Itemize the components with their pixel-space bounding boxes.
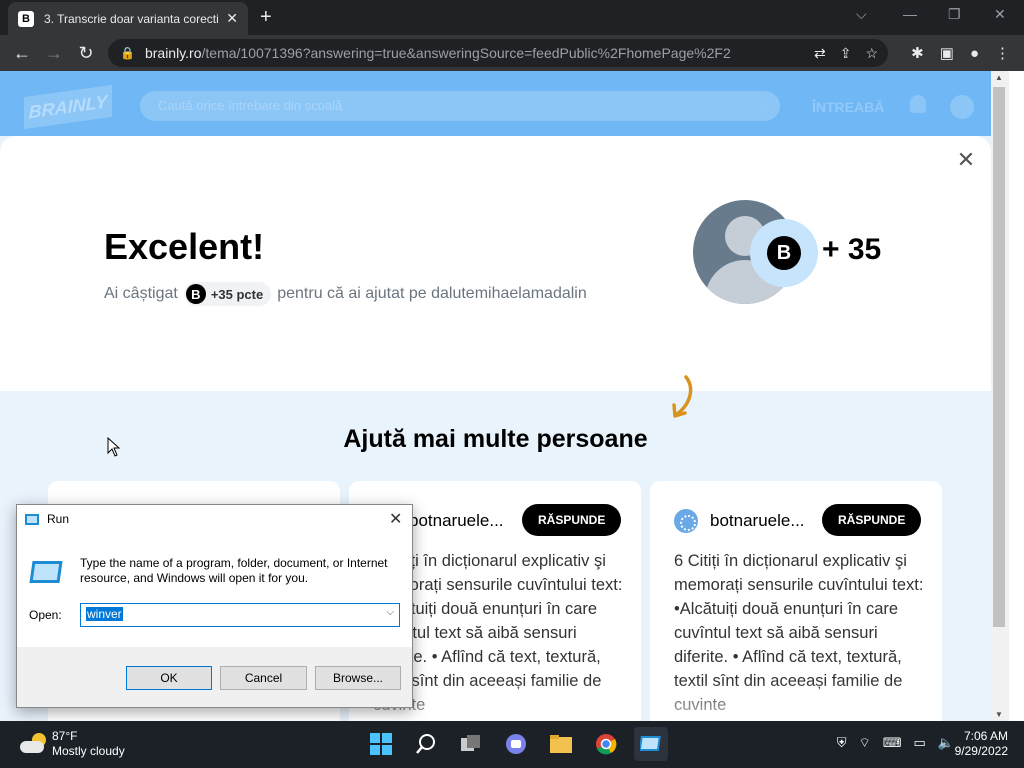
- run-dialog-title: Run: [47, 512, 70, 526]
- close-modal-icon[interactable]: ✕: [955, 149, 977, 171]
- site-header: BRAINLY Caută orice întrebare din școală…: [0, 71, 991, 136]
- run-taskbar-icon[interactable]: [634, 727, 668, 761]
- tab-search-icon[interactable]: ⌵: [856, 6, 867, 23]
- browser-tabstrip: B 3. Transcrie doar varianta corecti ✕ +…: [0, 0, 1024, 35]
- windows-taskbar: 87°F Mostly cloudy ⛨ ⌔ ⌨ ▭ 🔈 7:06 AM 9/2…: [0, 721, 1024, 768]
- toolbar-right: ✱ ▣ ● ⋮: [911, 35, 1010, 71]
- card-username[interactable]: botnaruele...: [710, 511, 805, 531]
- help-more-heading: Ajută mai multe persoane: [343, 425, 648, 453]
- partly-cloudy-icon: [20, 733, 46, 753]
- earned-suffix: pentru că ai ajutat pe dalutemihaelamada…: [277, 285, 587, 302]
- brainly-points-icon: B: [185, 284, 206, 304]
- close-window-icon[interactable]: ✕: [994, 6, 1006, 23]
- address-bar[interactable]: 🔒 brainly.ro/tema/10071396?answering=tru…: [108, 39, 888, 67]
- answer-button[interactable]: RĂSPUNDE: [822, 504, 922, 536]
- page-scrollbar[interactable]: ▲ ▼: [991, 71, 1009, 721]
- run-icon: [25, 513, 39, 525]
- modal-heading: Excelent!: [104, 226, 265, 267]
- earned-points-text: Ai câștigat B +35 pcte pentru că ai ajut…: [104, 282, 587, 306]
- scroll-up-icon[interactable]: ▲: [995, 73, 1003, 82]
- weather-widget[interactable]: 87°F Mostly cloudy: [20, 729, 125, 759]
- chevron-down-icon[interactable]: ⌵: [386, 607, 394, 618]
- brainly-favicon-icon: B: [18, 10, 34, 27]
- points-medal-icon: B: [750, 219, 818, 287]
- run-dialog-titlebar: Run: [25, 512, 69, 526]
- back-icon[interactable]: ←: [6, 43, 38, 64]
- translate-icon[interactable]: ⇄: [814, 45, 826, 62]
- system-tray: ⛨ ⌔ ⌨ ▭ 🔈: [837, 735, 954, 751]
- date: 9/29/2022: [954, 744, 1008, 758]
- file-explorer-icon[interactable]: [544, 727, 578, 761]
- task-view-icon[interactable]: [454, 727, 488, 761]
- search-icon[interactable]: [409, 727, 443, 761]
- share-icon[interactable]: ⇪: [840, 45, 852, 62]
- time: 7:06 AM: [963, 729, 1008, 743]
- browse-button[interactable]: Browse...: [315, 666, 401, 690]
- weather-condition: Mostly cloudy: [52, 744, 125, 758]
- points-badge-label: +35 pcte: [210, 286, 264, 302]
- curved-arrow-icon: [672, 375, 693, 418]
- security-icon[interactable]: ⛨: [837, 735, 847, 751]
- temperature: 87°F: [52, 729, 78, 743]
- close-icon[interactable]: ✕: [389, 509, 402, 529]
- browser-toolbar: ← → ↻ 🔒 brainly.ro/tema/10071396?answeri…: [0, 35, 1024, 71]
- new-tab-icon[interactable]: +: [260, 6, 272, 29]
- card-user: botnaruele...: [674, 509, 805, 533]
- volume-icon[interactable]: 🔈: [938, 735, 954, 751]
- cancel-button[interactable]: Cancel: [220, 666, 307, 690]
- network-icon[interactable]: ⌔: [859, 735, 871, 751]
- url-host: brainly.ro: [144, 45, 202, 61]
- earned-prefix: Ai câștigat: [104, 285, 178, 302]
- tab-title: 3. Transcrie doar varianta corecti: [44, 11, 219, 26]
- site-search-input[interactable]: Caută orice întrebare din școală: [140, 91, 780, 121]
- user-avatar-small[interactable]: [950, 95, 974, 119]
- ok-button[interactable]: OK: [126, 666, 212, 690]
- question-card[interactable]: botnaruele... RĂSPUNDE 6 Citiți în dicți…: [650, 481, 942, 741]
- search-icon[interactable]: ⌕: [760, 98, 768, 115]
- brainly-logo[interactable]: BRAINLY: [24, 84, 112, 130]
- extensions-icon[interactable]: ✱: [911, 44, 924, 62]
- forward-icon[interactable]: →: [38, 43, 70, 64]
- clock[interactable]: 7:06 AM 9/29/2022: [955, 729, 1008, 759]
- close-tab-icon[interactable]: ✕: [226, 10, 238, 27]
- ask-button[interactable]: ÎNTREABĂ: [812, 99, 884, 115]
- user-avatar-icon: [674, 509, 698, 533]
- run-description: Type the name of a program, folder, docu…: [80, 556, 388, 585]
- reload-icon[interactable]: ↻: [70, 43, 102, 64]
- display-icon[interactable]: ▭: [914, 735, 926, 751]
- reward-points: + 35: [822, 233, 882, 266]
- keyboard-icon[interactable]: ⌨: [883, 735, 902, 751]
- minimize-icon[interactable]: —: [903, 6, 917, 22]
- chrome-icon[interactable]: [589, 727, 623, 761]
- start-icon[interactable]: [364, 727, 398, 761]
- open-input[interactable]: winver ⌵: [80, 603, 400, 627]
- scrollbar-thumb[interactable]: [993, 87, 1005, 627]
- card-username[interactable]: botnaruele...: [409, 511, 504, 531]
- run-dialog: Run ✕ Type the name of a program, folder…: [16, 504, 413, 708]
- answer-button[interactable]: RĂSPUNDE: [522, 504, 622, 536]
- open-label: Open:: [29, 608, 62, 622]
- run-program-icon: [29, 561, 63, 583]
- scroll-down-icon[interactable]: ▼: [995, 710, 1003, 719]
- browser-tab[interactable]: B 3. Transcrie doar varianta corecti ✕: [8, 2, 248, 35]
- profile-icon[interactable]: ●: [970, 45, 979, 62]
- url-path: /tema/10071396?answering=true&answeringS…: [201, 45, 731, 61]
- points-badge: B +35 pcte: [183, 282, 272, 306]
- menu-icon[interactable]: ⋮: [995, 44, 1010, 62]
- lock-icon: 🔒: [120, 46, 135, 60]
- open-input-value: winver: [86, 607, 123, 621]
- side-panel-icon[interactable]: ▣: [940, 44, 954, 62]
- mouse-cursor-icon: [107, 437, 121, 457]
- bookmark-star-icon[interactable]: ☆: [865, 45, 878, 62]
- notification-bell-icon[interactable]: [910, 95, 926, 113]
- teams-chat-icon[interactable]: [499, 727, 533, 761]
- restore-icon[interactable]: ❐: [948, 6, 961, 23]
